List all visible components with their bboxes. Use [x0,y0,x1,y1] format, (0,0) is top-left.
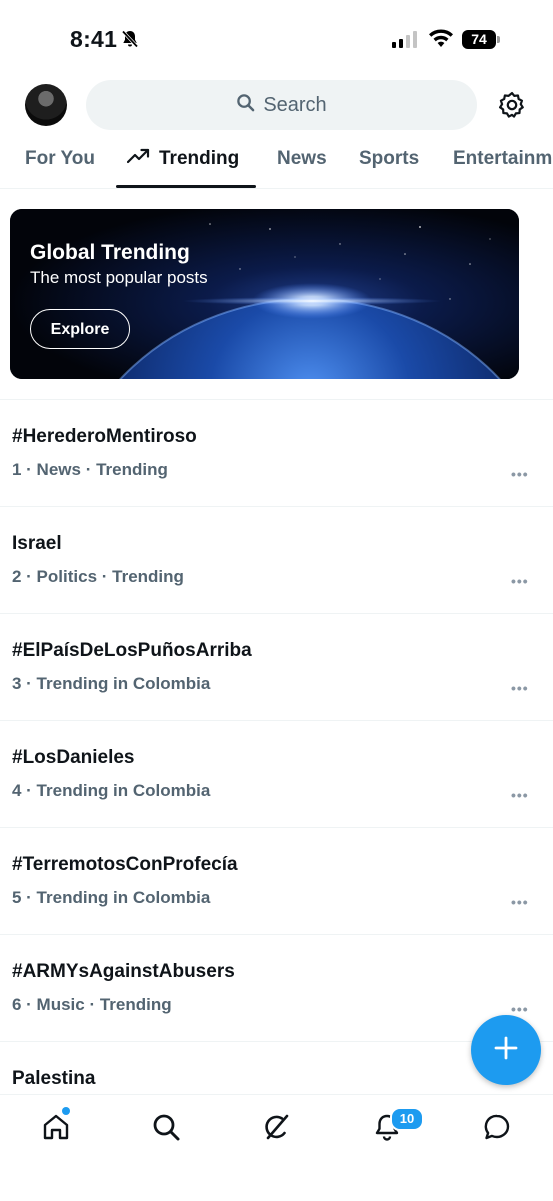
tab-sports[interactable]: Sports [359,148,419,170]
tab-trending-label: Trending [159,148,240,169]
home-icon[interactable] [41,1112,71,1147]
global-trending-banner[interactable]: Global Trending The most popular posts E… [10,209,519,379]
trend-meta: 4 · Trending in Colombia [12,781,211,800]
grok-icon[interactable] [261,1112,291,1147]
wifi-icon [428,28,454,53]
tab-entertainment[interactable]: Entertainment [453,148,553,170]
status-time: 8:41 [70,26,118,52]
more-options-icon[interactable]: ••• [511,680,529,696]
trend-item[interactable]: #ElPaísDeLosPuñosArriba 3 · Trending in … [0,613,553,720]
trend-name: Israel [12,533,62,554]
compose-button[interactable] [471,1015,541,1085]
cellular-signal-icon [392,30,417,48]
more-options-icon[interactable]: ••• [511,573,529,589]
trend-name: #TerremotosConProfecía [12,854,238,875]
explore-button[interactable]: Explore [30,309,130,349]
trend-name: #LosDanieles [12,747,135,768]
trend-item[interactable]: #LosDanieles 4 · Trending in Colombia ••… [0,720,553,827]
notifications-badge: 10 [390,1107,424,1131]
trend-name: #HerederoMentiroso [12,426,197,447]
messages-icon[interactable] [482,1112,512,1147]
settings-gear-icon[interactable] [498,91,526,124]
trend-item[interactable]: Israel 2 · Politics · Trending ••• [0,506,553,613]
trend-item[interactable]: #ARMYsAgainstAbusers 6 · Music · Trendin… [0,934,553,1041]
banner-title: Global Trending [30,241,190,264]
trend-meta: 2 · Politics · Trending [12,567,184,586]
explore-tabs: For You Trending News Sports Entertainme… [0,140,553,189]
trends-list: #HerederoMentiroso 1 · News · Trending •… [0,399,553,1148]
trend-item[interactable]: #HerederoMentiroso 1 · News · Trending •… [0,399,553,506]
trend-name: #ARMYsAgainstAbusers [12,961,235,982]
active-tab-indicator [116,185,256,188]
more-options-icon[interactable]: ••• [511,466,529,482]
silent-mode-icon [120,29,140,54]
trend-meta: 1 · News · Trending [12,460,168,479]
profile-avatar[interactable] [25,84,67,126]
more-options-icon[interactable]: ••• [511,787,529,803]
battery-indicator: 74 [462,30,496,49]
tab-trending[interactable]: Trending [126,148,240,170]
search-placeholder: Search [263,93,327,116]
trend-meta: 5 · Trending in Colombia [12,888,211,907]
trend-name: #ElPaísDeLosPuñosArriba [12,640,252,661]
home-new-dot [62,1107,70,1115]
more-options-icon[interactable]: ••• [511,894,529,910]
search-icon[interactable] [151,1112,181,1147]
tab-news[interactable]: News [277,148,327,170]
trending-arrow-icon [126,148,151,170]
tab-for-you[interactable]: For You [25,148,95,170]
more-options-icon[interactable]: ••• [511,1001,529,1017]
bottom-navigation: 10 [0,1094,553,1201]
trend-meta: 3 · Trending in Colombia [12,674,211,693]
trend-meta: 6 · Music · Trending [12,995,172,1014]
trend-item[interactable]: #TerremotosConProfecía 5 · Trending in C… [0,827,553,934]
trend-name: Palestina [12,1068,96,1089]
search-bar[interactable]: Search [86,80,477,130]
earth-image [10,209,519,379]
plus-icon [493,1035,519,1066]
status-bar: 8:41 74 [0,0,553,70]
banner-subtitle: The most popular posts [30,268,208,287]
search-icon [236,93,255,118]
battery-tip [497,36,500,43]
